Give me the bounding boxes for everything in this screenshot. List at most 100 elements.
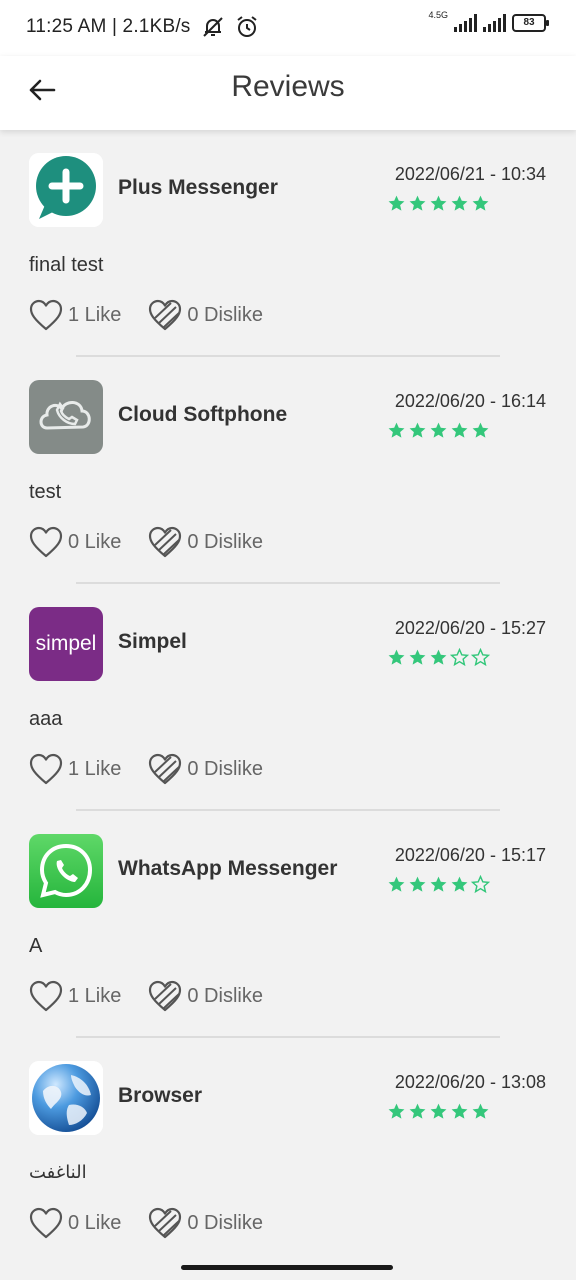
star-filled-icon bbox=[388, 422, 405, 438]
app-name: Simpel bbox=[118, 630, 187, 653]
mute-bell-icon bbox=[203, 17, 223, 37]
whatsapp-icon bbox=[29, 834, 103, 908]
star-rating bbox=[387, 1102, 490, 1121]
star-filled-icon bbox=[388, 649, 405, 665]
review-comment: test bbox=[29, 481, 62, 503]
like-button[interactable]: 1 Like bbox=[28, 298, 121, 332]
like-count: 1 Like bbox=[68, 757, 122, 780]
review-date: 2022/06/20 - 13:08 bbox=[394, 1072, 546, 1092]
star-rating bbox=[387, 421, 490, 440]
app-bar: Reviews bbox=[0, 56, 576, 130]
review-comment: A bbox=[29, 935, 43, 957]
battery-icon: 83 bbox=[512, 14, 549, 32]
dislike-count: 0 Dislike bbox=[187, 1211, 263, 1234]
star-filled-icon bbox=[472, 1103, 489, 1119]
heart-icon bbox=[29, 526, 63, 558]
broken-heart-icon bbox=[149, 526, 182, 558]
status-bar: 11:25 AM | 2.1KB/s 4.5G 83 bbox=[0, 0, 576, 56]
star-filled-icon bbox=[388, 876, 405, 892]
review-actions: 0 Like 0 Dislike bbox=[28, 1206, 263, 1240]
like-count: 0 Like bbox=[68, 530, 122, 553]
app-name: WhatsApp Messenger bbox=[118, 857, 338, 880]
signal-2-icon bbox=[483, 14, 506, 32]
star-filled-icon bbox=[430, 649, 447, 665]
like-count: 0 Like bbox=[68, 1211, 122, 1234]
star-rating bbox=[387, 648, 490, 667]
dislike-button[interactable]: 0 Dislike bbox=[147, 525, 263, 559]
status-icons bbox=[200, 14, 260, 40]
dislike-button[interactable]: 0 Dislike bbox=[147, 1206, 263, 1240]
dislike-button[interactable]: 0 Dislike bbox=[147, 752, 263, 786]
review-date: 2022/06/20 - 15:17 bbox=[394, 845, 546, 865]
star-outline-icon bbox=[471, 648, 490, 667]
star-filled-icon bbox=[409, 195, 426, 211]
star-outline-icon bbox=[471, 875, 490, 894]
like-button[interactable]: 1 Like bbox=[28, 752, 121, 786]
heart-icon bbox=[29, 753, 63, 785]
review-comment: aaa bbox=[29, 708, 63, 730]
review-item: Browser 2022/06/20 - 13:08 الناغفت 0 Lik… bbox=[0, 1038, 576, 1265]
browser-globe-icon bbox=[29, 1061, 103, 1135]
heart-icon bbox=[29, 980, 63, 1012]
dislike-button[interactable]: 0 Dislike bbox=[147, 298, 263, 332]
like-button[interactable]: 0 Like bbox=[28, 1206, 121, 1240]
broken-heart-icon bbox=[149, 1207, 182, 1239]
star-rating bbox=[387, 875, 490, 894]
star-filled-icon bbox=[409, 422, 426, 438]
like-count: 1 Like bbox=[68, 303, 122, 326]
star-filled-icon bbox=[451, 422, 468, 438]
review-actions: 1 Like 0 Dislike bbox=[28, 298, 263, 332]
star-rating bbox=[387, 194, 490, 213]
signal-1-icon bbox=[454, 14, 477, 32]
simpel-icon-text: simpel bbox=[35, 632, 97, 655]
heart-icon bbox=[29, 1207, 63, 1239]
review-item: Plus Messenger 2022/06/21 - 10:34 final … bbox=[0, 130, 576, 357]
star-filled-icon bbox=[430, 1103, 447, 1119]
review-actions: 1 Like 0 Dislike bbox=[28, 752, 263, 786]
star-filled-icon bbox=[388, 195, 405, 211]
app-name: Browser bbox=[118, 1084, 203, 1107]
review-item: simpel Simpel 2022/06/20 - 15:27 aaa 1 L… bbox=[0, 584, 576, 811]
broken-heart-icon bbox=[149, 753, 182, 785]
star-filled-icon bbox=[451, 195, 468, 211]
network-type: 4.5G bbox=[428, 10, 448, 20]
review-item: Cloud Softphone 2022/06/20 - 16:14 test … bbox=[0, 357, 576, 584]
review-date: 2022/06/20 - 15:27 bbox=[394, 618, 546, 638]
page-title: Reviews bbox=[231, 70, 345, 103]
star-filled-icon bbox=[430, 195, 447, 211]
alarm-clock-icon bbox=[237, 16, 257, 37]
like-button[interactable]: 0 Like bbox=[28, 525, 121, 559]
simpel-icon: simpel bbox=[29, 607, 103, 681]
like-count: 1 Like bbox=[68, 984, 122, 1007]
star-filled-icon bbox=[409, 1103, 426, 1119]
status-right: 4.5G 83 bbox=[428, 10, 549, 32]
home-indicator[interactable] bbox=[181, 1265, 393, 1270]
star-filled-icon bbox=[388, 1103, 405, 1119]
app-name: Plus Messenger bbox=[118, 176, 278, 199]
like-button[interactable]: 1 Like bbox=[28, 979, 121, 1013]
star-filled-icon bbox=[451, 1103, 468, 1119]
heart-icon bbox=[29, 299, 63, 331]
app-name: Cloud Softphone bbox=[118, 403, 288, 426]
star-filled-icon bbox=[472, 195, 489, 211]
star-filled-icon bbox=[472, 422, 489, 438]
dislike-count: 0 Dislike bbox=[187, 530, 263, 553]
dislike-button[interactable]: 0 Dislike bbox=[147, 979, 263, 1013]
review-comment: final test bbox=[29, 254, 104, 276]
review-comment: الناغفت bbox=[29, 1162, 87, 1182]
broken-heart-icon bbox=[149, 299, 182, 331]
review-date: 2022/06/21 - 10:34 bbox=[394, 164, 546, 184]
star-filled-icon bbox=[409, 649, 426, 665]
reviews-list: Plus Messenger 2022/06/21 - 10:34 final … bbox=[0, 130, 576, 1265]
dislike-count: 0 Dislike bbox=[187, 757, 263, 780]
dislike-count: 0 Dislike bbox=[187, 303, 263, 326]
plus-messenger-icon bbox=[29, 153, 103, 227]
star-filled-icon bbox=[451, 876, 468, 892]
star-filled-icon bbox=[430, 876, 447, 892]
star-filled-icon bbox=[430, 422, 447, 438]
cloud-softphone-icon bbox=[29, 380, 103, 454]
review-actions: 0 Like 0 Dislike bbox=[28, 525, 263, 559]
broken-heart-icon bbox=[149, 980, 182, 1012]
review-date: 2022/06/20 - 16:14 bbox=[394, 391, 546, 411]
dislike-count: 0 Dislike bbox=[187, 984, 263, 1007]
